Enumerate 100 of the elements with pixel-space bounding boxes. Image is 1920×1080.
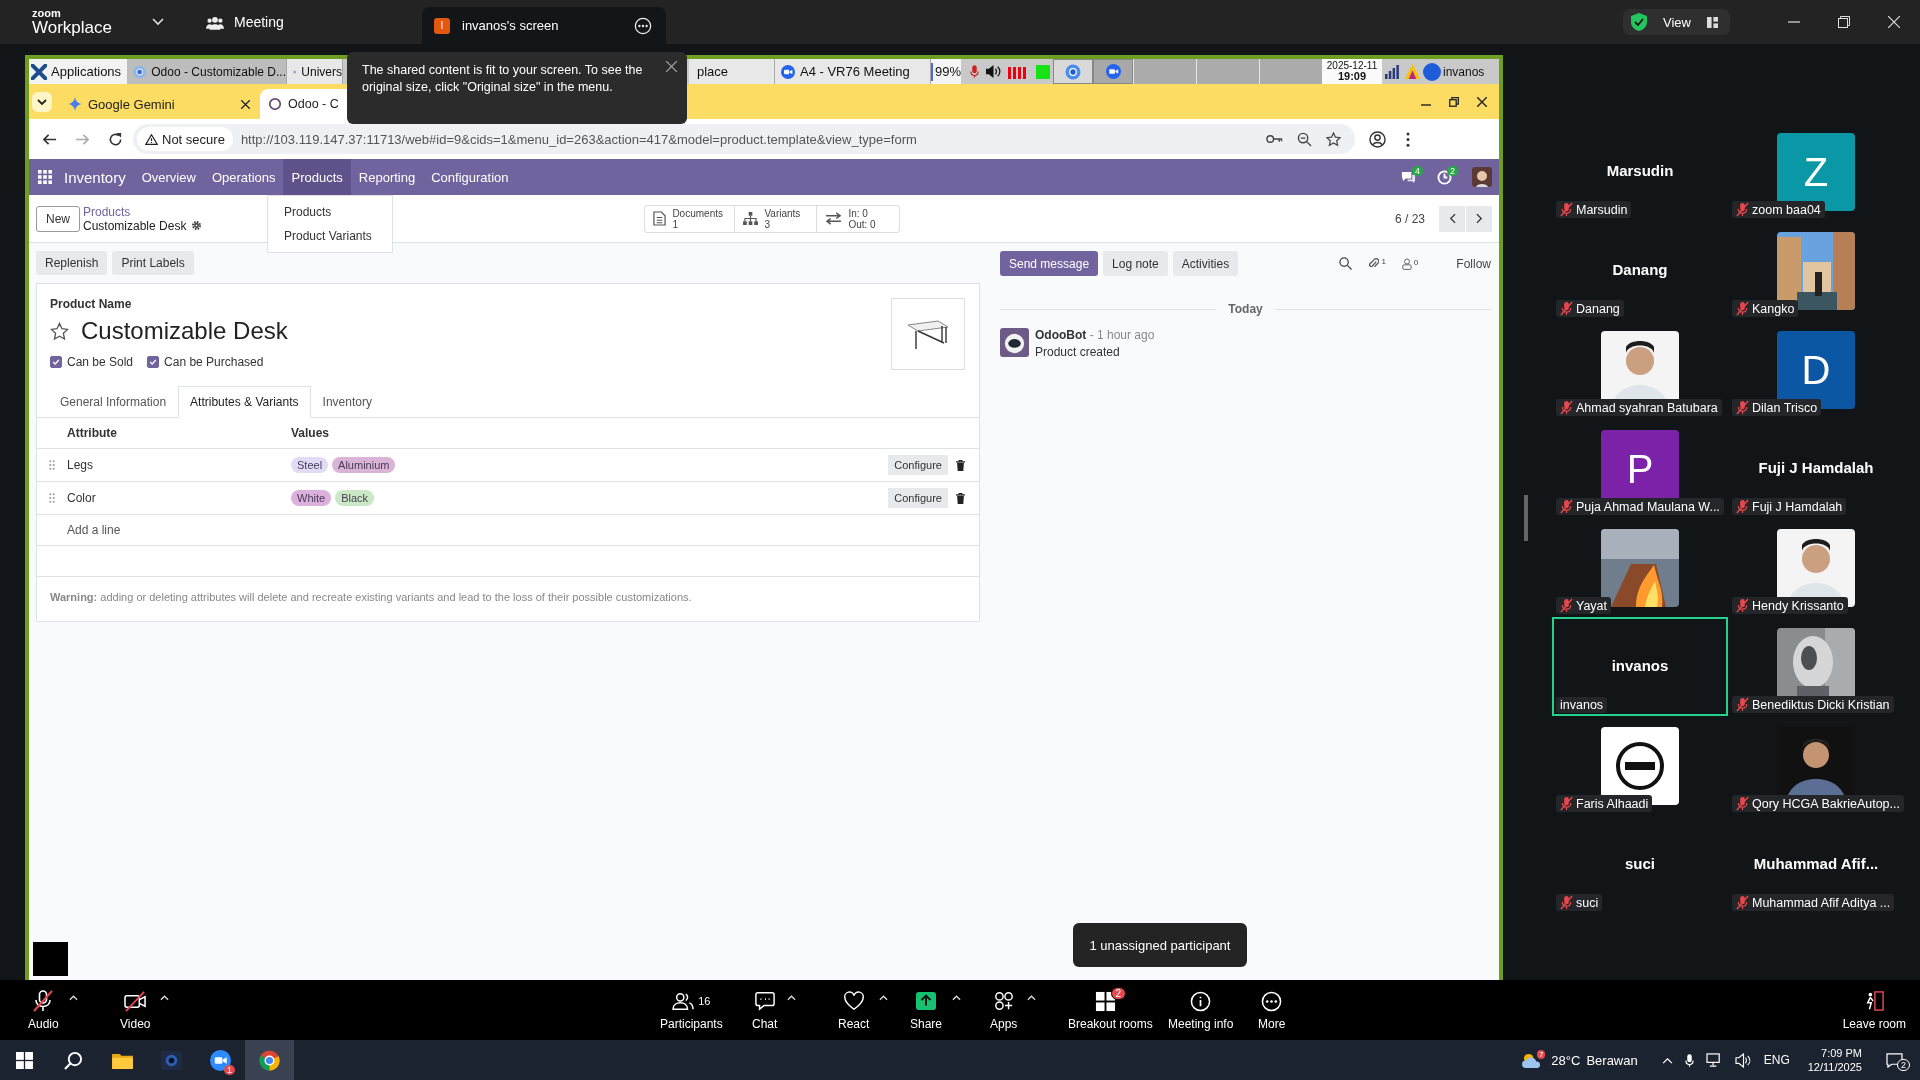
participant-tile[interactable]: Qory HCGA BakrieAutop...	[1728, 716, 1904, 815]
next-button[interactable]	[1466, 205, 1492, 232]
participant-tile[interactable]: D Dilan Trisco	[1728, 320, 1904, 419]
search-icon[interactable]	[1339, 257, 1353, 270]
checkbox[interactable]	[50, 356, 62, 368]
notification-button[interactable]: 2	[1886, 1052, 1910, 1068]
configure-button[interactable]: Configure	[888, 455, 948, 475]
security-chip[interactable]: Not secure	[137, 127, 233, 151]
checkbox[interactable]	[147, 356, 160, 368]
audio-button[interactable]: Audio	[22, 989, 65, 1031]
network-icon[interactable]	[1705, 1052, 1723, 1068]
follow-button[interactable]: Follow	[1456, 256, 1491, 271]
browser-tab[interactable]: Google Gemini	[60, 89, 260, 119]
dropdown-item[interactable]: Product Variants	[268, 224, 392, 248]
participant-tile[interactable]: Ahmad syahran Batubara	[1552, 320, 1728, 419]
window-button[interactable]: place	[689, 59, 775, 84]
add-line-link[interactable]: Add a line	[67, 523, 121, 537]
speaker-icon[interactable]	[985, 64, 1002, 79]
chevron-down-icon[interactable]	[152, 18, 164, 26]
chatter-button[interactable]: Activities	[1172, 251, 1239, 276]
favorite-star-icon[interactable]	[50, 321, 69, 341]
reload-icon[interactable]	[108, 131, 123, 147]
close-icon[interactable]	[666, 61, 677, 72]
profile-icon[interactable]	[1369, 130, 1386, 148]
chrome-taskbar-button[interactable]	[245, 1040, 294, 1080]
form-tab[interactable]: Attributes & Variants	[178, 386, 311, 418]
shared-screen-tab[interactable]: I invanos's screen	[422, 7, 666, 44]
key-icon[interactable]	[1266, 134, 1283, 144]
address-bar[interactable]: Not secure http://103.119.147.37:11713/web#id=9&cids=1&menu_id=263&action=417&model=product.template&view_type=form	[133, 124, 1355, 154]
meeting-tab[interactable]: Meeting	[206, 14, 284, 30]
app-name[interactable]: Inventory	[64, 168, 126, 186]
drag-handle-icon[interactable]	[49, 460, 55, 470]
participant-tile[interactable]: Marsudin Marsudin	[1552, 122, 1728, 221]
smart-button[interactable]: In: 0 Out: 0	[817, 205, 900, 232]
attachments-button[interactable]: 1	[1368, 257, 1386, 270]
more-button[interactable]: More	[1252, 989, 1292, 1031]
leave-button[interactable]: Leave room	[1836, 989, 1912, 1031]
participant-tile[interactable]: Fuji J Hamdalah Fuji J Hamdalah	[1728, 419, 1904, 518]
action-button[interactable]: Print Labels	[112, 251, 194, 275]
participant-tile[interactable]: Faris Alhaadi	[1552, 716, 1728, 815]
react-button[interactable]: React	[832, 989, 876, 1031]
participant-tile[interactable]: Hendy Krissanto	[1728, 518, 1904, 617]
trash-icon[interactable]	[956, 492, 965, 504]
smart-button[interactable]: Variants 3	[735, 205, 818, 232]
bookmark-star-icon[interactable]	[1326, 131, 1341, 147]
previous-button[interactable]	[1439, 205, 1465, 232]
zoom-launcher[interactable]	[1093, 59, 1133, 84]
weather-widget[interactable]: 7 28°C Berawan	[1519, 1051, 1638, 1069]
participant-tile[interactable]: Kangko	[1728, 221, 1904, 320]
caret-up-icon[interactable]	[1027, 995, 1037, 1001]
close-icon[interactable]	[241, 99, 250, 109]
participants-button[interactable]: 16 Participants	[654, 989, 729, 1031]
participant-tile[interactable]: invanos invanos	[1552, 617, 1728, 716]
chatter-button[interactable]: Log note	[1103, 251, 1168, 276]
participant-tile[interactable]: Z zoom baa04	[1728, 122, 1904, 221]
smart-button[interactable]: Documents 1	[645, 205, 736, 232]
user-avatar-icon[interactable]	[1472, 167, 1492, 187]
breadcrumb-link[interactable]: Products	[83, 204, 203, 219]
restore-icon[interactable]	[1838, 16, 1850, 28]
participant-tile[interactable]: Benediktus Dicki Kristian	[1728, 617, 1904, 716]
apps-grid-icon[interactable]	[38, 170, 52, 184]
participant-tile[interactable]: Muhammad Afif... Muhammad Afif Aditya ...	[1728, 815, 1904, 914]
chat-button[interactable]: Chat	[746, 989, 784, 1031]
new-button[interactable]: New	[36, 205, 80, 232]
configure-button[interactable]: Configure	[888, 488, 948, 508]
caret-up-icon[interactable]	[68, 995, 78, 1001]
applications-menu[interactable]: Applications	[29, 59, 127, 84]
product-name[interactable]: Customizable Desk	[81, 317, 288, 345]
share-button[interactable]: Share	[904, 989, 949, 1031]
action-button[interactable]: Replenish	[36, 251, 108, 275]
close-icon[interactable]	[1477, 96, 1487, 107]
nav-menu-item[interactable]: Operations	[203, 159, 284, 195]
participant-tile[interactable]: P Puja Ahmad Maulana W...	[1552, 419, 1728, 518]
participant-tile[interactable]: Danang Danang	[1552, 221, 1728, 320]
caret-up-icon[interactable]	[787, 995, 797, 1001]
breakout-button[interactable]: 2 Breakout rooms	[1062, 989, 1159, 1031]
language-indicator[interactable]: ENG	[1763, 1053, 1790, 1067]
nav-menu-item[interactable]: Reporting	[350, 159, 424, 195]
caret-up-icon[interactable]	[160, 995, 170, 1001]
participant-tile[interactable]: Yayat	[1552, 518, 1728, 617]
speaker-icon[interactable]	[1734, 1052, 1752, 1068]
chatter-button[interactable]: Send message	[1000, 251, 1099, 276]
nav-menu-item[interactable]: Overview	[133, 159, 204, 195]
window-button[interactable]: Odoo - Customizable D...	[127, 59, 287, 84]
restore-icon[interactable]	[1449, 96, 1459, 107]
dropdown-item[interactable]: Products	[268, 200, 392, 224]
trash-icon[interactable]	[956, 459, 965, 471]
menu-icon[interactable]	[1406, 131, 1410, 147]
participant-tile[interactable]: suci suci	[1552, 815, 1728, 914]
form-tab[interactable]: Inventory	[310, 386, 384, 418]
microphone-icon[interactable]	[1684, 1052, 1694, 1068]
followers-button[interactable]: 0	[1401, 257, 1419, 270]
apps-button[interactable]: Apps	[984, 989, 1024, 1031]
product-image[interactable]	[891, 298, 965, 370]
view-button[interactable]: View	[1623, 9, 1730, 35]
window-button[interactable]: Univers	[287, 59, 343, 84]
nav-menu-item[interactable]: Products	[283, 159, 351, 195]
scroll-handle[interactable]	[1524, 495, 1528, 541]
gear-icon[interactable]	[191, 220, 203, 231]
caret-up-icon[interactable]	[952, 995, 962, 1001]
